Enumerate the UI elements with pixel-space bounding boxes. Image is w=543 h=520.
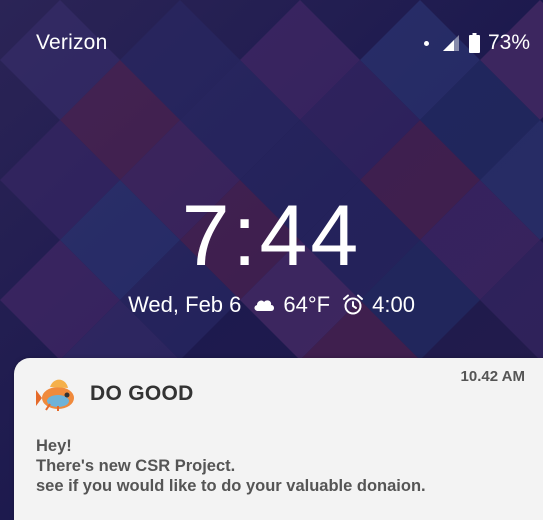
notification-header: DO GOOD <box>36 376 194 412</box>
notification-line: Hey! <box>36 437 72 455</box>
notification-body: Hey! There's new CSR Project. see if you… <box>36 436 426 496</box>
lockscreen-clock: 7:44 <box>181 188 362 284</box>
status-icons: 73% <box>423 31 530 55</box>
lock-screen: Verizon 73% 7:44 Wed, Feb 6 64°F 4:00 10… <box>0 0 543 520</box>
notification-time: 10.42 AM <box>460 368 525 385</box>
alarm-clock-icon <box>343 294 364 315</box>
status-bar: Verizon 73% <box>0 0 543 86</box>
battery-icon <box>468 33 480 53</box>
app-name: DO GOOD <box>90 382 194 405</box>
notification-dot-icon <box>423 40 429 46</box>
carrier-name: Verizon <box>36 31 108 54</box>
battery-percent: 73% <box>487 31 530 54</box>
notification-line: see if you would like to do your valuabl… <box>36 477 426 495</box>
notification-card[interactable]: 10.42 AM DO GOOD Hey! There's new CSR Pr… <box>14 358 543 520</box>
date-weather-row: Wed, Feb 6 64°F 4:00 <box>0 292 543 318</box>
temperature-text: 64°F <box>283 292 331 317</box>
alarm-time-text: 4:00 <box>372 292 415 317</box>
fish-logo-icon <box>36 379 74 411</box>
signal-icon <box>442 35 459 51</box>
cloud-icon <box>254 300 275 311</box>
notification-line: There's new CSR Project. <box>36 457 236 475</box>
date-text: Wed, Feb 6 <box>128 292 242 317</box>
